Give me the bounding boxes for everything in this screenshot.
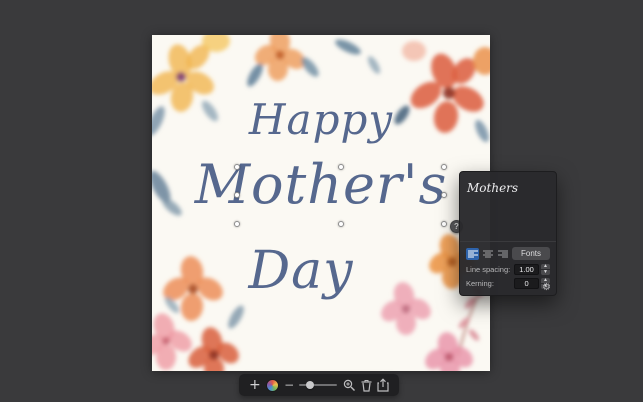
text-style-panel: Mothers Fonts Line spacing: 1.00 ▲ ▼ Ker… <box>459 171 557 296</box>
zoom-in-magnifier-icon[interactable] <box>343 379 356 392</box>
greeting-line-3[interactable]: Day <box>152 241 470 301</box>
line-spacing-value[interactable]: 1.00 <box>514 264 540 275</box>
zoom-slider[interactable] <box>299 379 338 391</box>
font-preview-area: Mothers <box>460 172 556 242</box>
kerning-label: Kerning: <box>466 279 494 288</box>
canvas[interactable]: Happy Mother's Day <box>152 35 490 371</box>
greeting-line-1[interactable]: Happy <box>152 95 490 144</box>
align-left-button[interactable] <box>466 247 480 260</box>
trash-icon[interactable] <box>361 379 372 392</box>
add-button[interactable]: + <box>249 378 261 392</box>
kerning-row: Kerning: 0 ▲ ▼ <box>466 278 550 289</box>
align-center-button[interactable] <box>481 248 494 260</box>
selection-handle[interactable] <box>441 221 447 227</box>
align-left-icon <box>467 250 478 257</box>
selection-handle[interactable] <box>234 221 240 227</box>
align-right-icon <box>498 250 509 257</box>
zoom-slider-track <box>299 384 338 386</box>
selection-handle[interactable] <box>337 221 344 227</box>
align-right-button[interactable] <box>497 248 510 260</box>
alignment-row: Fonts <box>466 247 550 260</box>
share-icon[interactable] <box>377 378 389 392</box>
selection-handle[interactable] <box>441 191 447 198</box>
selection-handle[interactable] <box>234 164 240 170</box>
bottom-toolbar: + − <box>239 374 399 396</box>
line-spacing-label: Line spacing: <box>466 265 511 274</box>
zoom-slider-knob[interactable] <box>306 381 315 389</box>
text-controls: Fonts Line spacing: 1.00 ▲ ▼ Kerning: 0 <box>460 242 556 295</box>
line-spacing-row: Line spacing: 1.00 ▲ ▼ <box>466 264 550 275</box>
kerning-value[interactable]: 0 <box>514 278 540 289</box>
gear-icon[interactable]: ⚙ <box>542 283 551 293</box>
stepper-down-icon[interactable]: ▼ <box>541 270 550 275</box>
app-window: Happy Mother's Day ? Mothers Fonts Line … <box>0 0 643 402</box>
selection-handle[interactable] <box>441 164 447 170</box>
line-spacing-stepper[interactable]: ▲ ▼ <box>541 264 550 275</box>
greeting-line-2[interactable]: Mother's <box>152 153 490 216</box>
selection-handle[interactable] <box>337 164 344 170</box>
fonts-button[interactable]: Fonts <box>511 247 550 260</box>
align-center-icon <box>482 250 493 257</box>
color-wheel-icon[interactable] <box>265 378 279 392</box>
font-preview-text: Mothers <box>467 181 519 195</box>
selection-handle[interactable] <box>234 191 240 198</box>
zoom-out-button[interactable]: − <box>284 378 294 392</box>
